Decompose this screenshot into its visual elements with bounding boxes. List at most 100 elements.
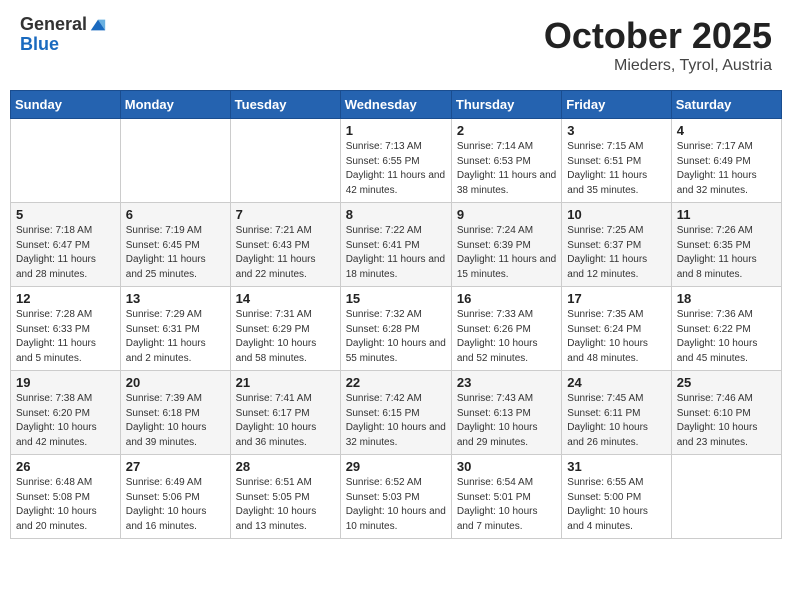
day-number: 20 bbox=[126, 375, 225, 390]
day-number: 26 bbox=[16, 459, 115, 474]
day-info: Sunrise: 7:26 AM Sunset: 6:35 PM Dayligh… bbox=[677, 224, 776, 282]
day-info: Sunrise: 7:18 AM Sunset: 6:47 PM Dayligh… bbox=[16, 224, 115, 282]
calendar-cell: 23 Sunrise: 7:43 AM Sunset: 6:13 PM Dayli… bbox=[451, 371, 561, 455]
day-number: 30 bbox=[457, 459, 556, 474]
day-info: Sunrise: 7:35 AM Sunset: 6:24 PM Dayligh… bbox=[567, 308, 665, 366]
calendar-cell: 1 Sunrise: 7:13 AM Sunset: 6:55 PM Daylig… bbox=[340, 119, 451, 203]
day-info: Sunrise: 7:22 AM Sunset: 6:41 PM Dayligh… bbox=[346, 224, 446, 282]
day-number: 22 bbox=[346, 375, 446, 390]
day-info: Sunrise: 7:21 AM Sunset: 6:43 PM Dayligh… bbox=[236, 224, 335, 282]
day-number: 12 bbox=[16, 291, 115, 306]
calendar-cell: 21 Sunrise: 7:41 AM Sunset: 6:17 PM Dayli… bbox=[230, 371, 340, 455]
day-number: 2 bbox=[457, 123, 556, 138]
day-info: Sunrise: 7:28 AM Sunset: 6:33 PM Dayligh… bbox=[16, 308, 115, 366]
day-number: 11 bbox=[677, 207, 776, 222]
day-info: Sunrise: 7:14 AM Sunset: 6:53 PM Dayligh… bbox=[457, 140, 556, 198]
calendar-cell: 5Sunrise: 7:18 AM Sunset: 6:47 PM Daylig… bbox=[11, 203, 121, 287]
day-number: 7 bbox=[236, 207, 335, 222]
day-number: 25 bbox=[677, 375, 776, 390]
day-number: 19 bbox=[16, 375, 115, 390]
calendar-cell: 11 Sunrise: 7:26 AM Sunset: 6:35 PM Dayli… bbox=[671, 203, 781, 287]
day-info: Sunrise: 6:51 AM Sunset: 5:05 PM Dayligh… bbox=[236, 476, 335, 534]
day-number: 6 bbox=[126, 207, 225, 222]
calendar-cell: 12 Sunrise: 7:28 AM Sunset: 6:33 PM Dayli… bbox=[11, 287, 121, 371]
day-info: Sunrise: 7:46 AM Sunset: 6:10 PM Dayligh… bbox=[677, 392, 776, 450]
day-number: 4 bbox=[677, 123, 776, 138]
day-number: 9 bbox=[457, 207, 556, 222]
day-info: Sunrise: 7:41 AM Sunset: 6:17 PM Dayligh… bbox=[236, 392, 335, 450]
day-info: Sunrise: 6:52 AM Sunset: 5:03 PM Dayligh… bbox=[346, 476, 446, 534]
day-number: 8 bbox=[346, 207, 446, 222]
logo-general-text: General bbox=[20, 15, 87, 35]
weekday-header-monday: Monday bbox=[120, 91, 230, 119]
day-number: 27 bbox=[126, 459, 225, 474]
calendar-cell: 20 Sunrise: 7:39 AM Sunset: 6:18 PM Dayli… bbox=[120, 371, 230, 455]
day-number: 31 bbox=[567, 459, 665, 474]
day-number: 29 bbox=[346, 459, 446, 474]
calendar-cell: 3Sunrise: 7:15 AM Sunset: 6:51 PM Daylig… bbox=[562, 119, 671, 203]
calendar-week-1: 1 Sunrise: 7:13 AM Sunset: 6:55 PM Daylig… bbox=[11, 119, 782, 203]
day-number: 17 bbox=[567, 291, 665, 306]
calendar-cell: 27 Sunrise: 6:49 AM Sunset: 5:06 PM Dayli… bbox=[120, 455, 230, 539]
calendar-cell bbox=[120, 119, 230, 203]
day-info: Sunrise: 7:42 AM Sunset: 6:15 PM Dayligh… bbox=[346, 392, 446, 450]
calendar-cell: 8 Sunrise: 7:22 AM Sunset: 6:41 PM Daylig… bbox=[340, 203, 451, 287]
day-info: Sunrise: 6:54 AM Sunset: 5:01 PM Dayligh… bbox=[457, 476, 556, 534]
day-number: 28 bbox=[236, 459, 335, 474]
calendar-week-3: 12 Sunrise: 7:28 AM Sunset: 6:33 PM Dayli… bbox=[11, 287, 782, 371]
logo-blue-text: Blue bbox=[20, 35, 107, 55]
calendar-cell bbox=[11, 119, 121, 203]
day-info: Sunrise: 7:17 AM Sunset: 6:49 PM Dayligh… bbox=[677, 140, 776, 198]
calendar-table: SundayMondayTuesdayWednesdayThursdayFrid… bbox=[10, 90, 782, 539]
day-number: 24 bbox=[567, 375, 665, 390]
day-number: 13 bbox=[126, 291, 225, 306]
day-number: 1 bbox=[346, 123, 446, 138]
day-info: Sunrise: 7:32 AM Sunset: 6:28 PM Dayligh… bbox=[346, 308, 446, 366]
calendar-week-5: 26Sunrise: 6:48 AM Sunset: 5:08 PM Dayli… bbox=[11, 455, 782, 539]
day-info: Sunrise: 7:45 AM Sunset: 6:11 PM Dayligh… bbox=[567, 392, 665, 450]
day-number: 10 bbox=[567, 207, 665, 222]
calendar-cell: 31 Sunrise: 6:55 AM Sunset: 5:00 PM Dayli… bbox=[562, 455, 671, 539]
day-number: 23 bbox=[457, 375, 556, 390]
day-info: Sunrise: 7:39 AM Sunset: 6:18 PM Dayligh… bbox=[126, 392, 225, 450]
calendar-cell: 19 Sunrise: 7:38 AM Sunset: 6:20 PM Dayli… bbox=[11, 371, 121, 455]
day-info: Sunrise: 7:13 AM Sunset: 6:55 PM Dayligh… bbox=[346, 140, 446, 198]
weekday-header-sunday: Sunday bbox=[11, 91, 121, 119]
calendar-cell: 16 Sunrise: 7:33 AM Sunset: 6:26 PM Dayli… bbox=[451, 287, 561, 371]
calendar-cell: 4 Sunrise: 7:17 AM Sunset: 6:49 PM Daylig… bbox=[671, 119, 781, 203]
calendar-cell: 6 Sunrise: 7:19 AM Sunset: 6:45 PM Daylig… bbox=[120, 203, 230, 287]
calendar-cell: 13 Sunrise: 7:29 AM Sunset: 6:31 PM Dayli… bbox=[120, 287, 230, 371]
day-info: Sunrise: 7:29 AM Sunset: 6:31 PM Dayligh… bbox=[126, 308, 225, 366]
day-info: Sunrise: 7:43 AM Sunset: 6:13 PM Dayligh… bbox=[457, 392, 556, 450]
weekday-header-tuesday: Tuesday bbox=[230, 91, 340, 119]
calendar-cell: 30 Sunrise: 6:54 AM Sunset: 5:01 PM Dayli… bbox=[451, 455, 561, 539]
day-number: 16 bbox=[457, 291, 556, 306]
calendar-cell bbox=[230, 119, 340, 203]
calendar-cell: 10 Sunrise: 7:25 AM Sunset: 6:37 PM Dayli… bbox=[562, 203, 671, 287]
day-info: Sunrise: 7:25 AM Sunset: 6:37 PM Dayligh… bbox=[567, 224, 665, 282]
calendar-cell: 14Sunrise: 7:31 AM Sunset: 6:29 PM Dayli… bbox=[230, 287, 340, 371]
day-info: Sunrise: 7:33 AM Sunset: 6:26 PM Dayligh… bbox=[457, 308, 556, 366]
day-info: Sunrise: 6:49 AM Sunset: 5:06 PM Dayligh… bbox=[126, 476, 225, 534]
day-info: Sunrise: 7:38 AM Sunset: 6:20 PM Dayligh… bbox=[16, 392, 115, 450]
logo: General Blue bbox=[20, 15, 107, 55]
weekday-header-row: SundayMondayTuesdayWednesdayThursdayFrid… bbox=[11, 91, 782, 119]
page-header: General Blue October 2025 Mieders, Tyrol… bbox=[10, 10, 782, 80]
day-info: Sunrise: 6:55 AM Sunset: 5:00 PM Dayligh… bbox=[567, 476, 665, 534]
day-info: Sunrise: 7:24 AM Sunset: 6:39 PM Dayligh… bbox=[457, 224, 556, 282]
calendar-cell: 17 Sunrise: 7:35 AM Sunset: 6:24 PM Dayli… bbox=[562, 287, 671, 371]
day-info: Sunrise: 7:19 AM Sunset: 6:45 PM Dayligh… bbox=[126, 224, 225, 282]
calendar-cell: 26Sunrise: 6:48 AM Sunset: 5:08 PM Dayli… bbox=[11, 455, 121, 539]
calendar-cell bbox=[671, 455, 781, 539]
day-number: 14 bbox=[236, 291, 335, 306]
day-number: 18 bbox=[677, 291, 776, 306]
calendar-week-4: 19 Sunrise: 7:38 AM Sunset: 6:20 PM Dayli… bbox=[11, 371, 782, 455]
day-info: Sunrise: 7:15 AM Sunset: 6:51 PM Dayligh… bbox=[567, 140, 665, 198]
weekday-header-saturday: Saturday bbox=[671, 91, 781, 119]
weekday-header-friday: Friday bbox=[562, 91, 671, 119]
location: Mieders, Tyrol, Austria bbox=[544, 57, 772, 75]
calendar-cell: 9 Sunrise: 7:24 AM Sunset: 6:39 PM Daylig… bbox=[451, 203, 561, 287]
calendar-cell: 2 Sunrise: 7:14 AM Sunset: 6:53 PM Daylig… bbox=[451, 119, 561, 203]
day-number: 21 bbox=[236, 375, 335, 390]
calendar-cell: 7 Sunrise: 7:21 AM Sunset: 6:43 PM Daylig… bbox=[230, 203, 340, 287]
